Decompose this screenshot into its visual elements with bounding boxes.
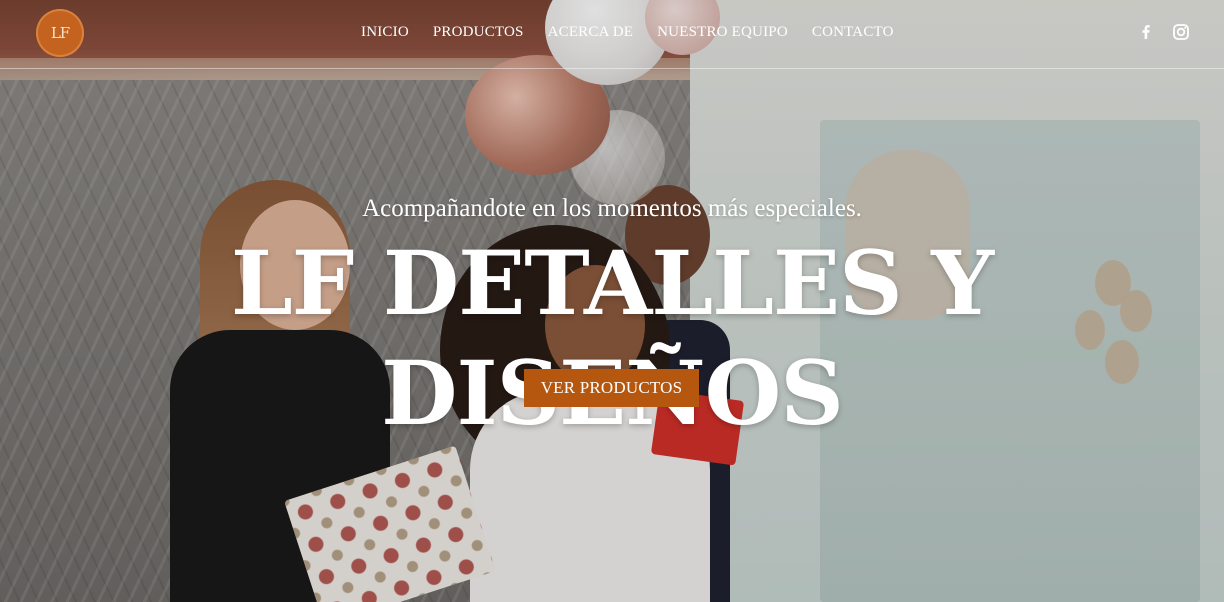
nav-item-nuestro-equipo[interactable]: NUESTRO EQUIPO	[657, 24, 788, 41]
site-header: LF INICIO PRODUCTOS ACERCA DE NUESTRO EQ…	[0, 0, 1224, 69]
facebook-icon[interactable]	[1136, 22, 1156, 42]
logo[interactable]: LF	[36, 9, 84, 57]
hero-title: LF DETALLES Y DISEÑOS	[230, 231, 994, 445]
ver-productos-button[interactable]: VER PRODUCTOS	[524, 369, 699, 407]
nav-item-productos[interactable]: PRODUCTOS	[433, 24, 524, 41]
nav-item-inicio[interactable]: INICIO	[361, 24, 409, 41]
main-nav: INICIO PRODUCTOS ACERCA DE NUESTRO EQUIP…	[361, 24, 918, 41]
hero-tagline: Acompañandote en los momentos más especi…	[362, 195, 862, 222]
instagram-icon[interactable]	[1171, 22, 1191, 42]
nav-item-acerca-de[interactable]: ACERCA DE	[548, 24, 634, 41]
nav-item-contacto[interactable]: CONTACTO	[812, 24, 894, 41]
logo-text: LF	[50, 24, 70, 42]
